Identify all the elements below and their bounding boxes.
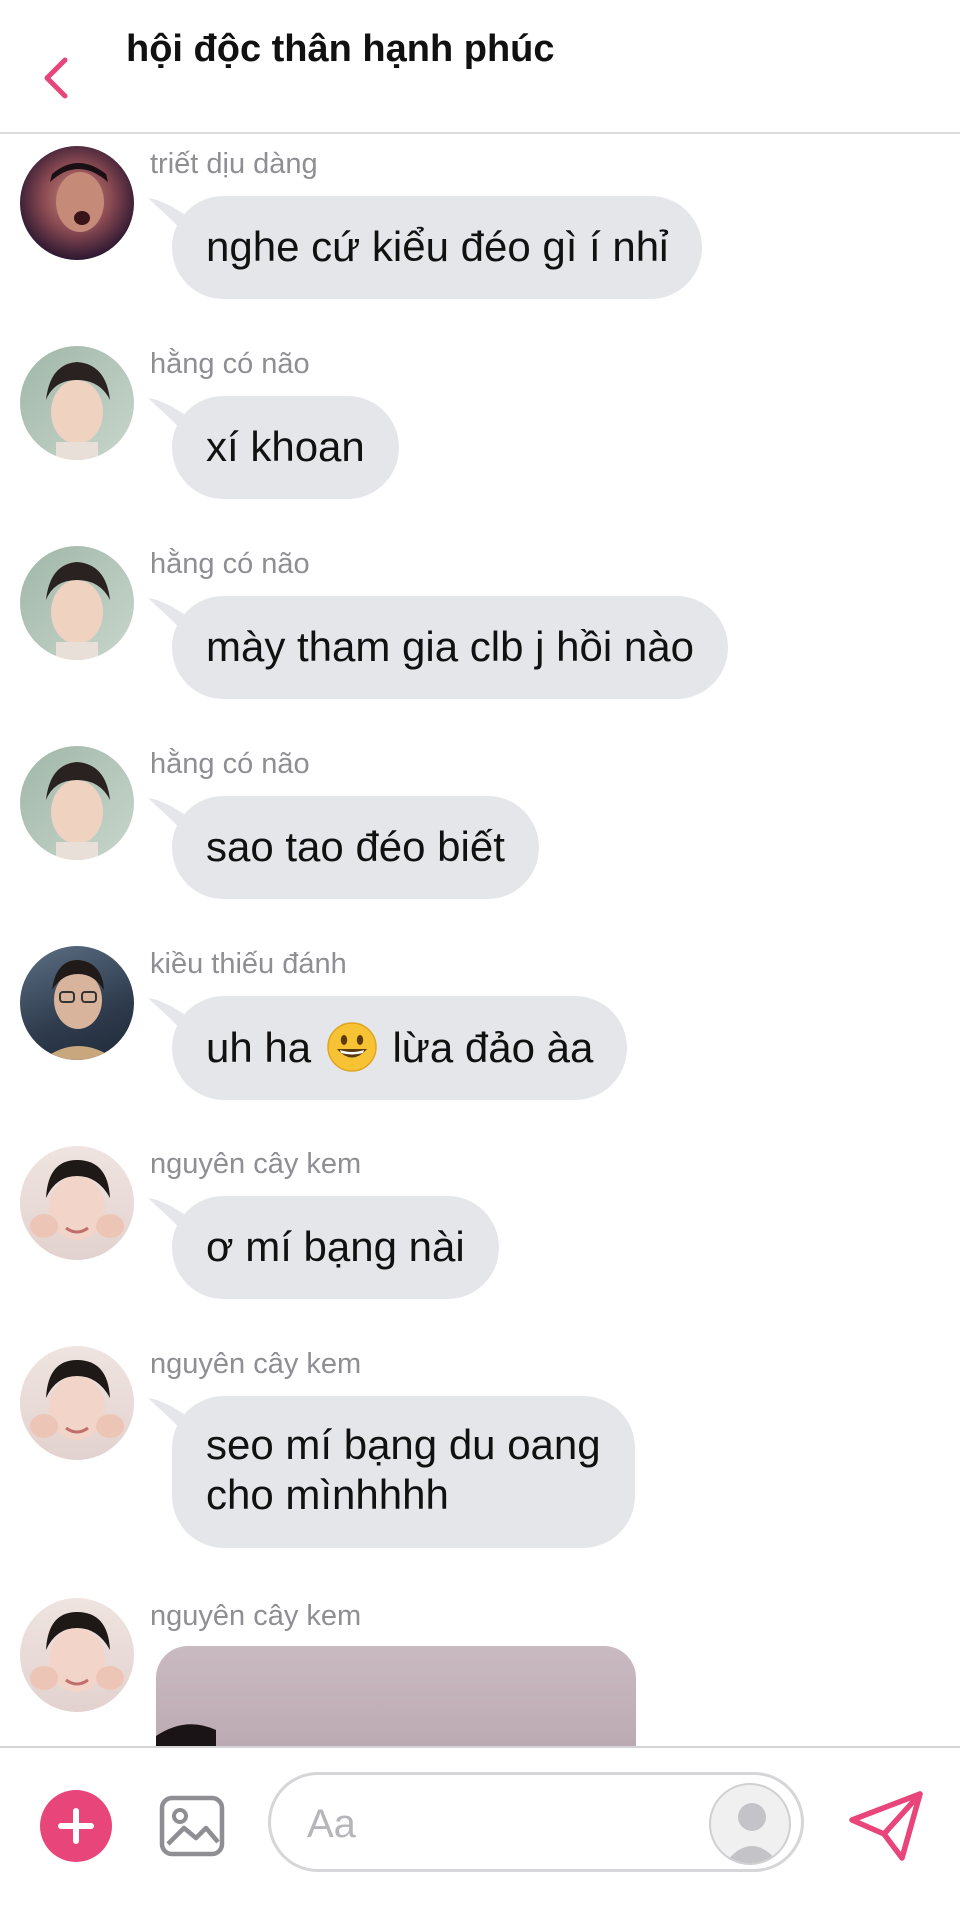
grinning-face-icon — [327, 1022, 377, 1072]
message-composer — [0, 1746, 960, 1922]
photo-attachment[interactable] — [156, 1646, 636, 1746]
avatar[interactable] — [20, 946, 134, 1060]
avatar[interactable] — [20, 746, 134, 860]
image-icon — [159, 1795, 225, 1857]
avatar[interactable] — [20, 146, 134, 260]
chat-title: hội độc thân hạnh phúc — [126, 28, 555, 70]
avatar[interactable] — [20, 1598, 134, 1712]
add-button[interactable] — [40, 1790, 112, 1862]
image-button[interactable] — [158, 1792, 226, 1860]
message-text: lừa đảo àa — [392, 1024, 594, 1071]
message-bubble[interactable]: nghe cứ kiểu đéo gì í nhỉ — [172, 196, 703, 299]
chat-header: hội độc thân hạnh phúc — [0, 0, 960, 134]
sender-name: hằng có não — [150, 348, 310, 380]
sender-name: triết dịu dàng — [150, 148, 318, 180]
message-text: uh ha — [206, 1024, 312, 1071]
message-bubble[interactable]: mày tham gia clb j hồi nào — [172, 596, 728, 699]
plus-icon — [58, 1808, 94, 1844]
avatar[interactable] — [20, 346, 134, 460]
message-bubble[interactable]: ơ mí bạng nài — [172, 1196, 499, 1299]
paper-plane-icon — [849, 1791, 923, 1861]
message-bubble[interactable]: sao tao đéo biết — [172, 796, 539, 899]
avatar[interactable] — [20, 1146, 134, 1260]
message-bubble[interactable]: xí khoan — [172, 396, 399, 499]
message-bubble[interactable]: seo mí bạng du oang cho mìnhhhh — [172, 1396, 635, 1548]
sender-name: hằng có não — [150, 548, 310, 580]
message-input-box[interactable] — [268, 1772, 804, 1872]
back-button[interactable] — [36, 50, 76, 106]
message-line: cho mìnhhhh — [206, 1471, 449, 1518]
message-input[interactable] — [305, 1795, 669, 1853]
message-line: seo mí bạng du oang — [206, 1421, 601, 1468]
avatar[interactable] — [20, 546, 134, 660]
sender-name: nguyên cây kem — [150, 1348, 362, 1380]
sender-name: nguyên cây kem — [150, 1600, 362, 1632]
sender-name: nguyên cây kem — [150, 1148, 362, 1180]
sender-name: hằng có não — [150, 748, 310, 780]
message-list[interactable]: triết dịu dàng nghe cứ kiểu đéo gì í nhỉ… — [0, 134, 960, 1746]
message-bubble[interactable]: uh ha lừa đảo àa — [172, 996, 628, 1100]
sender-name: kiều thiếu đánh — [150, 948, 347, 980]
send-button[interactable] — [846, 1788, 926, 1864]
user-avatar[interactable] — [709, 1783, 791, 1865]
chevron-left-icon — [44, 57, 68, 99]
avatar[interactable] — [20, 1346, 134, 1460]
